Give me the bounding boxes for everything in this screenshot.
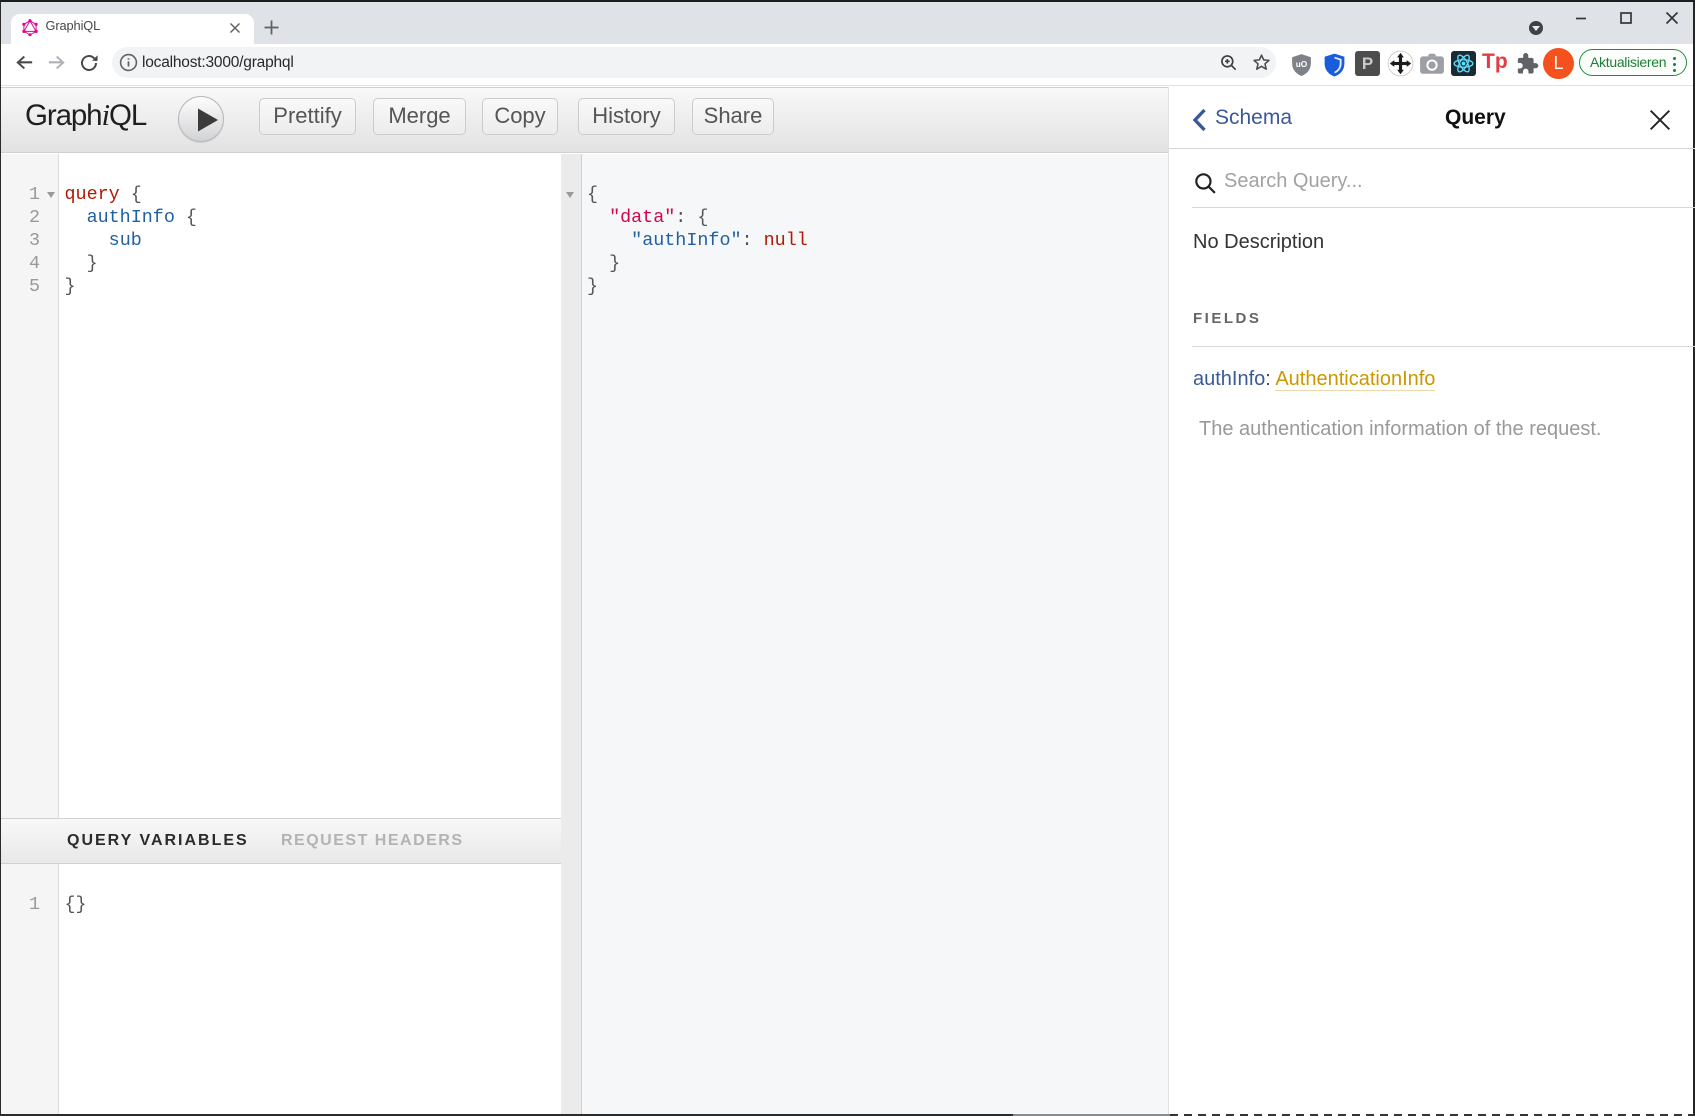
svg-text:uO: uO	[1296, 59, 1308, 69]
